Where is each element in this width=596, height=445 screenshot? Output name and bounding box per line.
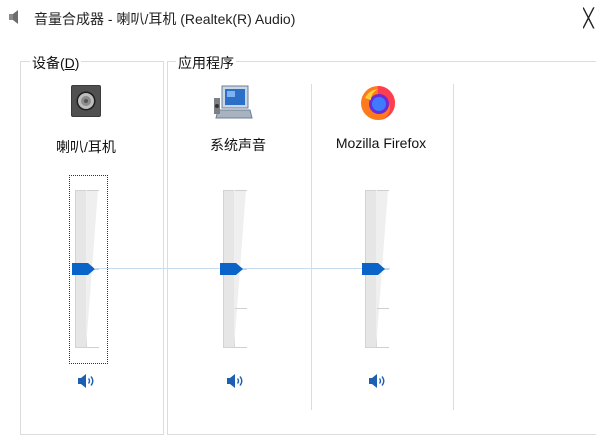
slider-tick	[235, 308, 247, 309]
speaker-mute-icon[interactable]	[367, 373, 389, 389]
window-title: 音量合成器 - 喇叭/耳机 (Realtek(R) Audio)	[34, 11, 296, 27]
slider-tick	[87, 347, 99, 348]
system-sounds-icon[interactable]	[214, 84, 254, 122]
app-name: 系统声音	[210, 137, 266, 153]
slider-tick	[377, 190, 389, 191]
app-name: Mozilla Firefox	[335, 135, 427, 151]
speaker-app-icon	[9, 10, 18, 24]
apps-group-label: 应用程序	[176, 53, 236, 73]
system-sounds-volume-slider[interactable]	[220, 190, 260, 350]
title-bar: 音量合成器 - 喇叭/耳机 (Realtek(R) Audio) ╳	[0, 0, 596, 36]
speaker-mute-icon[interactable]	[76, 373, 98, 389]
slider-tick	[235, 347, 247, 348]
speaker-mute-icon[interactable]	[225, 373, 247, 389]
volume-thumb[interactable]	[220, 263, 243, 275]
slider-tick	[235, 190, 247, 191]
close-button[interactable]: ╳	[583, 4, 596, 32]
slider-tick	[377, 347, 389, 348]
device-volume-slider[interactable]	[72, 190, 112, 350]
slider-tick	[87, 190, 99, 191]
column-divider	[453, 84, 454, 410]
column-divider	[311, 84, 312, 410]
volume-thumb[interactable]	[72, 263, 95, 275]
firefox-volume-slider[interactable]	[362, 190, 402, 350]
slider-tick	[377, 308, 389, 309]
device-name: 喇叭/耳机	[56, 139, 116, 155]
device-group-label: 设备(D)	[30, 53, 82, 73]
firefox-icon[interactable]	[359, 84, 397, 122]
volume-thumb[interactable]	[362, 263, 385, 275]
speaker-device-icon[interactable]	[69, 84, 103, 118]
